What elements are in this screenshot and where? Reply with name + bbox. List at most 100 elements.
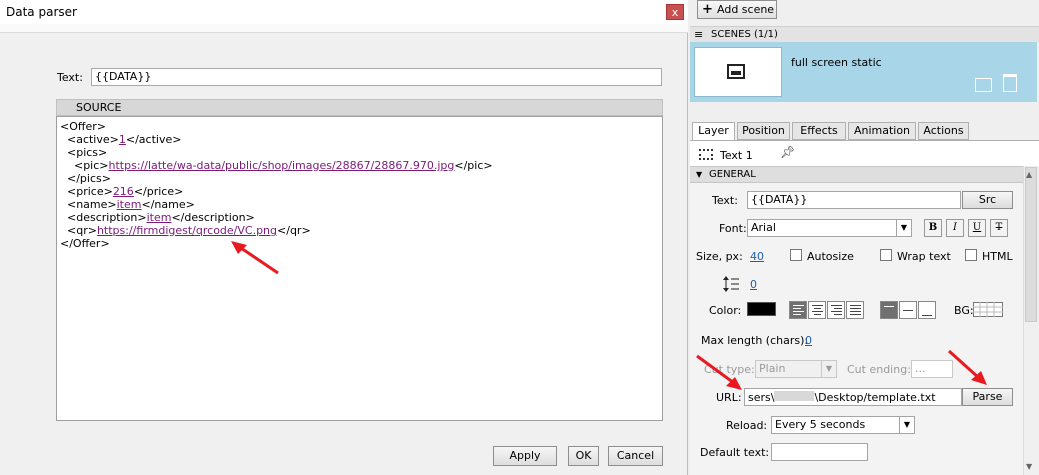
tab-animation[interactable]: Animation bbox=[848, 122, 916, 140]
font-label: Font: bbox=[719, 222, 747, 235]
src-button[interactable]: Src bbox=[962, 191, 1013, 209]
text-input[interactable]: {{DATA}} bbox=[91, 68, 662, 86]
autosize-label: Autosize bbox=[807, 250, 854, 263]
parse-button[interactable]: Parse bbox=[962, 388, 1013, 406]
italic-button[interactable]: I bbox=[946, 219, 964, 237]
text-layer-icon bbox=[699, 149, 713, 160]
scrollbar-thumb[interactable] bbox=[1025, 167, 1037, 322]
valign-top-button[interactable] bbox=[880, 301, 898, 319]
align-left-button[interactable] bbox=[789, 301, 807, 319]
dialog-titlebar bbox=[0, 0, 688, 24]
layer-name: Text 1 bbox=[720, 149, 753, 162]
source-link[interactable]: item bbox=[117, 198, 142, 211]
url-suffix: \Desktop/template.txt bbox=[814, 391, 936, 404]
align-right-button[interactable] bbox=[827, 301, 845, 319]
pin-icon[interactable]: 📌︎ bbox=[780, 145, 795, 159]
autosize-checkbox[interactable] bbox=[790, 249, 802, 261]
source-line: <active>1</active> bbox=[60, 133, 182, 146]
source-line: <pic>https://latte/wa-data/public/shop/i… bbox=[60, 159, 493, 172]
chevron-down-icon: ▼ bbox=[899, 417, 914, 433]
dialog-title: Data parser bbox=[6, 5, 77, 19]
annotation-arrow-icon bbox=[231, 241, 279, 275]
bg-color-swatch[interactable] bbox=[973, 302, 1003, 317]
bold-button[interactable]: B bbox=[924, 219, 942, 237]
bg-label: BG: bbox=[954, 304, 974, 317]
source-line: </pics> bbox=[60, 172, 111, 185]
url-prefix: sers\ bbox=[748, 391, 775, 404]
source-line: </Offer> bbox=[60, 237, 110, 250]
valign-middle-button[interactable] bbox=[899, 301, 917, 319]
chevron-down-icon: ▼ bbox=[821, 361, 836, 377]
tab-effects[interactable]: Effects bbox=[792, 122, 846, 140]
source-link[interactable]: 1 bbox=[119, 133, 126, 146]
max-length-label: Max length (chars): bbox=[701, 334, 809, 347]
url-input[interactable]: sers\ \Desktop/template.txt bbox=[744, 388, 962, 406]
source-link[interactable]: https://latte/wa-data/public/shop/images… bbox=[109, 159, 455, 172]
source-line: <price>216</price> bbox=[60, 185, 184, 198]
general-section-header[interactable]: ▼ GENERAL bbox=[690, 166, 1023, 183]
default-text-input[interactable] bbox=[771, 443, 868, 461]
text-prop-input[interactable]: {{DATA}} bbox=[747, 191, 961, 209]
text-color-swatch[interactable] bbox=[747, 302, 776, 316]
underline-button[interactable]: U bbox=[968, 219, 986, 237]
hamburger-icon[interactable]: ≡ bbox=[694, 28, 703, 41]
apply-button[interactable]: Apply bbox=[493, 446, 557, 466]
size-value[interactable]: 40 bbox=[750, 250, 764, 263]
source-header: SOURCE bbox=[56, 99, 663, 116]
scenes-header: ≡ SCENES (1/1) bbox=[690, 26, 1039, 42]
color-label: Color: bbox=[709, 304, 742, 317]
panel-gap bbox=[690, 102, 1039, 122]
cancel-button[interactable]: Cancel bbox=[608, 446, 663, 466]
add-scene-label: Add scene bbox=[717, 3, 775, 16]
reload-value: Every 5 seconds bbox=[775, 418, 866, 431]
cut-ending-label: Cut ending: bbox=[847, 363, 911, 376]
align-justify-button[interactable] bbox=[846, 301, 864, 319]
source-textarea[interactable]: <Offer> <active>1</active> <pics> <pic>h… bbox=[56, 116, 663, 421]
annotation-arrow-icon bbox=[947, 349, 987, 385]
scroll-up-icon[interactable]: ▲ bbox=[1026, 170, 1032, 179]
text-prop-label: Text: bbox=[712, 194, 738, 207]
collapse-arrow-icon: ▼ bbox=[696, 170, 703, 179]
wrap-text-checkbox[interactable] bbox=[880, 249, 892, 261]
tab-layer[interactable]: Layer bbox=[692, 122, 735, 140]
line-spacing-icon bbox=[723, 276, 739, 292]
source-link[interactable]: item bbox=[147, 211, 172, 224]
size-label: Size, px: bbox=[696, 250, 743, 263]
tab-actions[interactable]: Actions bbox=[918, 122, 969, 140]
tab-position[interactable]: Position bbox=[737, 122, 790, 140]
scroll-down-icon[interactable]: ▼ bbox=[1026, 462, 1032, 471]
valign-bottom-button[interactable] bbox=[918, 301, 936, 319]
reload-label: Reload: bbox=[726, 419, 768, 432]
source-link[interactable]: https://firmdigest/qrcode/VC.png bbox=[97, 224, 277, 237]
trash-icon[interactable] bbox=[1003, 74, 1017, 92]
cut-type-value: Plain bbox=[759, 362, 786, 375]
ok-button[interactable]: OK bbox=[568, 446, 599, 466]
source-line: <description>item</description> bbox=[60, 211, 255, 224]
plus-icon: + bbox=[702, 2, 713, 17]
cut-type-select[interactable]: Plain ▼ bbox=[755, 360, 837, 378]
html-label: HTML bbox=[982, 250, 1013, 263]
annotation-arrow-icon bbox=[696, 354, 742, 390]
align-center-button[interactable] bbox=[808, 301, 826, 319]
add-scene-button[interactable]: + Add scene bbox=[697, 0, 777, 19]
source-link[interactable]: 216 bbox=[113, 185, 134, 198]
html-checkbox[interactable] bbox=[965, 249, 977, 261]
close-button[interactable]: x bbox=[666, 4, 684, 20]
max-length-value[interactable]: 0 bbox=[805, 334, 812, 347]
titlebar-divider bbox=[0, 24, 688, 33]
duplicate-icon[interactable] bbox=[975, 78, 992, 92]
font-select[interactable]: Arial ▼ bbox=[747, 219, 912, 237]
general-header-label: GENERAL bbox=[709, 169, 756, 180]
default-text-label: Default text: bbox=[700, 446, 770, 459]
redacted-segment bbox=[774, 391, 815, 401]
strikethrough-button[interactable]: T bbox=[990, 219, 1008, 237]
scene-name: full screen static bbox=[791, 56, 882, 69]
source-line: <name>item</name> bbox=[60, 198, 195, 211]
image-icon bbox=[727, 64, 745, 79]
line-spacing-value[interactable]: 0 bbox=[750, 278, 757, 291]
source-line: <Offer> bbox=[60, 120, 106, 133]
source-header-label: SOURCE bbox=[76, 101, 122, 114]
source-line: <qr>https://firmdigest/qrcode/VC.png</qr… bbox=[60, 224, 311, 237]
reload-select[interactable]: Every 5 seconds ▼ bbox=[771, 416, 915, 434]
scenes-header-label: SCENES (1/1) bbox=[711, 29, 778, 40]
